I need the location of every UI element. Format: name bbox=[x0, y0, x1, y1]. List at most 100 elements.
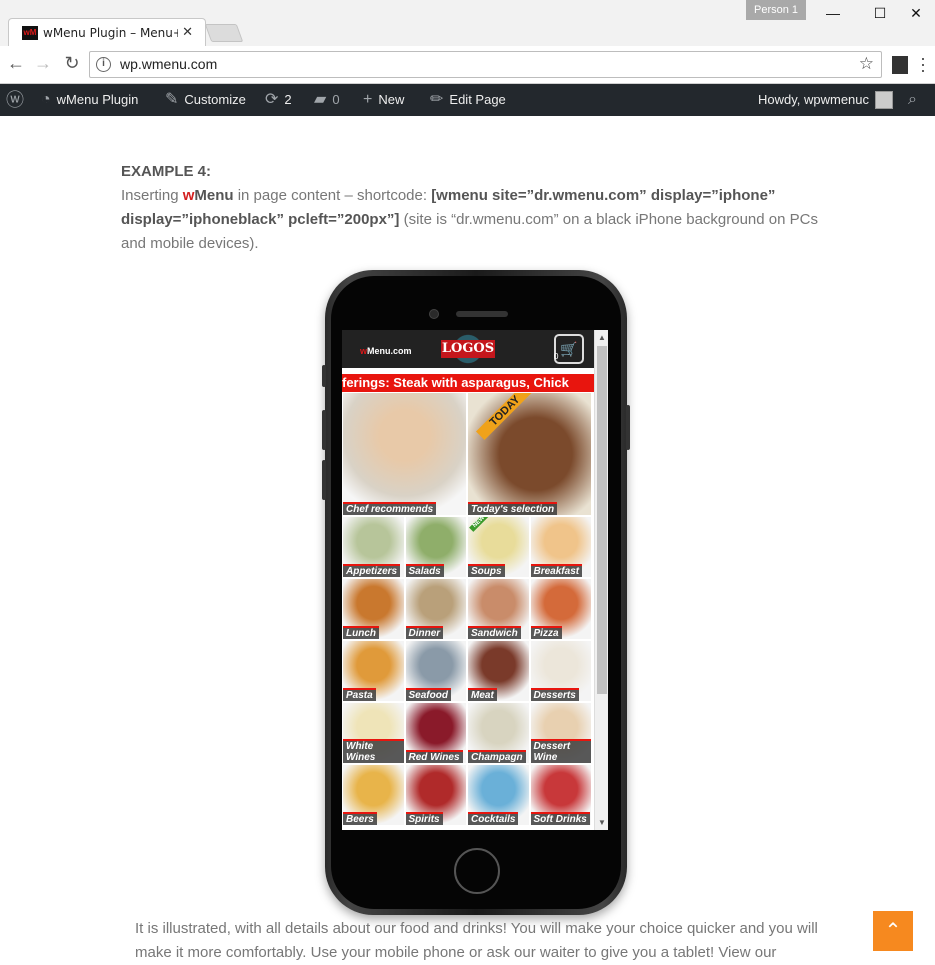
featured-tile[interactable]: TODAY Today's selection bbox=[467, 392, 592, 516]
browser-tab[interactable]: wM wMenu Plugin – Menu+\ ✕ bbox=[8, 18, 206, 46]
tile-label: Chef recommends bbox=[343, 502, 437, 515]
adminbar-updates[interactable]: ⟳ 2 bbox=[265, 84, 292, 116]
featured-tile[interactable]: Chef recommends bbox=[342, 392, 467, 516]
adminbar-new[interactable]: + New bbox=[363, 84, 404, 116]
updates-icon: ⟳ bbox=[265, 91, 279, 108]
category-tile[interactable]: Lunch bbox=[342, 578, 405, 640]
wmenu-screen: wMenu.com LOGOS 🛒 0 ferings: Steak with … bbox=[342, 330, 608, 830]
tile-label: Appetizers bbox=[343, 564, 401, 577]
reload-icon[interactable]: ↻ bbox=[61, 53, 83, 74]
new-tab-button[interactable] bbox=[204, 24, 244, 42]
minimize-icon[interactable]: — bbox=[823, 5, 843, 21]
category-tile[interactable]: Red Wines bbox=[404, 702, 467, 764]
brush-icon: ✎ bbox=[165, 91, 179, 108]
offers-ticker: ferings: Steak with asparagus, Chick bbox=[342, 374, 594, 392]
tile-label: Pizza bbox=[530, 626, 562, 639]
tile-label: Cocktails bbox=[468, 812, 519, 825]
dashboard-icon: ◔ bbox=[41, 91, 51, 108]
tab-title: wMenu Plugin – Menu+\ bbox=[43, 26, 178, 40]
today-badge: TODAY bbox=[476, 393, 534, 440]
tile-label: Spirits bbox=[405, 812, 443, 825]
tile-label: Lunch bbox=[343, 626, 379, 639]
new-badge: NEW bbox=[469, 517, 489, 532]
comment-icon: ▰ bbox=[314, 91, 327, 108]
camera-icon bbox=[429, 309, 439, 319]
logo-text: LOGOS bbox=[441, 340, 495, 358]
tile-label: Pasta bbox=[343, 688, 376, 701]
bottom-paragraph: It is illustrated, with all details abou… bbox=[135, 920, 818, 961]
example-heading: EXAMPLE 4: bbox=[121, 163, 212, 180]
category-tile[interactable]: Seafood bbox=[404, 640, 467, 702]
tab-favicon: wM bbox=[22, 26, 38, 40]
forward-arrow-icon[interactable]: → bbox=[32, 53, 54, 74]
info-icon[interactable]: i bbox=[96, 57, 111, 72]
adminbar-comments[interactable]: ▰ 0 bbox=[314, 84, 340, 116]
category-tile[interactable]: Beers bbox=[342, 764, 405, 826]
profile-button[interactable]: Person 1 bbox=[746, 0, 806, 20]
back-arrow-icon[interactable]: ← bbox=[5, 53, 27, 74]
bookmark-star-icon[interactable]: ☆ bbox=[859, 54, 874, 74]
tile-label: Sandwich bbox=[468, 626, 521, 639]
category-tile[interactable]: Sandwich bbox=[467, 578, 530, 640]
category-tile[interactable]: Cocktails bbox=[467, 764, 530, 826]
pencil-icon: ✏ bbox=[430, 91, 444, 108]
address-bar[interactable]: i wp.wmenu.com ☆ bbox=[89, 51, 882, 78]
browser-titlebar: wM wMenu Plugin – Menu+\ ✕ Person 1 — ☐ … bbox=[0, 0, 935, 46]
tile-label: Today's selection bbox=[468, 502, 558, 515]
scroll-down-icon[interactable]: ▼ bbox=[598, 818, 606, 827]
url-text[interactable]: wp.wmenu.com bbox=[120, 56, 217, 72]
tile-label: Champagn bbox=[468, 750, 526, 763]
category-tile[interactable]: Champagn bbox=[467, 702, 530, 764]
tile-label: Dinner bbox=[405, 626, 444, 639]
avatar bbox=[875, 91, 894, 109]
scroll-to-top-button[interactable]: ⌃ bbox=[873, 911, 913, 951]
page-content: EXAMPLE 4: Inserting wMenu in page conte… bbox=[121, 160, 821, 256]
category-tile[interactable]: Dinner bbox=[404, 578, 467, 640]
tile-label: Soups bbox=[468, 564, 505, 577]
wp-admin-bar: ⓦ ◔ wMenu Plugin ✎ Customize ⟳ 2 ▰ 0 + N… bbox=[0, 84, 935, 116]
maximize-icon[interactable]: ☐ bbox=[870, 5, 890, 22]
category-tile[interactable]: Breakfast bbox=[529, 516, 592, 578]
category-tile[interactable]: Dessert Wine bbox=[529, 702, 592, 764]
wmenu-brand[interactable]: wMenu.com bbox=[360, 346, 412, 356]
example-description: Inserting wMenu in page content – shortc… bbox=[121, 187, 818, 252]
adminbar-site[interactable]: ◔ wMenu Plugin bbox=[41, 84, 138, 116]
category-tile[interactable]: White Wines bbox=[342, 702, 405, 764]
tile-label: Red Wines bbox=[405, 750, 463, 763]
browser-menu-icon[interactable]: · · · bbox=[920, 49, 926, 79]
category-tile[interactable]: Soft Drinks bbox=[529, 764, 592, 826]
close-window-icon[interactable]: ✕ bbox=[906, 5, 926, 22]
plus-icon: + bbox=[363, 91, 373, 108]
category-tile[interactable]: NEW Soups bbox=[467, 516, 530, 578]
tile-label: Soft Drinks bbox=[530, 812, 590, 825]
adminbar-edit-page[interactable]: ✏ Edit Page bbox=[430, 84, 506, 116]
adminbar-account[interactable]: Howdy, wpwmenuc bbox=[758, 84, 894, 116]
tile-label: Dessert Wine bbox=[530, 739, 591, 763]
category-tile[interactable]: Appetizers bbox=[342, 516, 405, 578]
tile-label: Desserts bbox=[530, 688, 579, 701]
close-tab-icon[interactable]: ✕ bbox=[182, 24, 193, 40]
category-tile[interactable]: Desserts bbox=[529, 640, 592, 702]
browser-toolbar: ← → ↻ i wp.wmenu.com ☆ · · · bbox=[0, 46, 935, 84]
adminbar-customize[interactable]: ✎ Customize bbox=[165, 84, 246, 116]
category-tile[interactable]: Spirits bbox=[404, 764, 467, 826]
speaker bbox=[456, 311, 508, 317]
category-tile[interactable]: Salads bbox=[404, 516, 467, 578]
wordpress-logo-icon[interactable]: ⓦ bbox=[6, 84, 24, 116]
search-icon[interactable]: ⌕ bbox=[908, 84, 917, 116]
extension-icon[interactable] bbox=[892, 56, 908, 74]
scrollbar[interactable]: ▲ ▼ bbox=[594, 330, 608, 830]
tile-label: Beers bbox=[343, 812, 377, 825]
cart-count: 0 bbox=[554, 352, 559, 361]
category-tile[interactable]: Pasta bbox=[342, 640, 405, 702]
category-tile[interactable]: Meat bbox=[467, 640, 530, 702]
category-tile[interactable]: Pizza bbox=[529, 578, 592, 640]
scroll-thumb[interactable] bbox=[597, 346, 607, 694]
cart-icon[interactable]: 🛒 bbox=[554, 334, 584, 364]
wmenu-header: wMenu.com LOGOS 🛒 0 bbox=[342, 330, 594, 368]
tile-label: White Wines bbox=[343, 739, 404, 763]
scroll-up-icon[interactable]: ▲ bbox=[598, 333, 606, 342]
tile-label: Salads bbox=[405, 564, 444, 577]
home-button[interactable] bbox=[454, 848, 500, 894]
tile-label: Breakfast bbox=[530, 564, 583, 577]
